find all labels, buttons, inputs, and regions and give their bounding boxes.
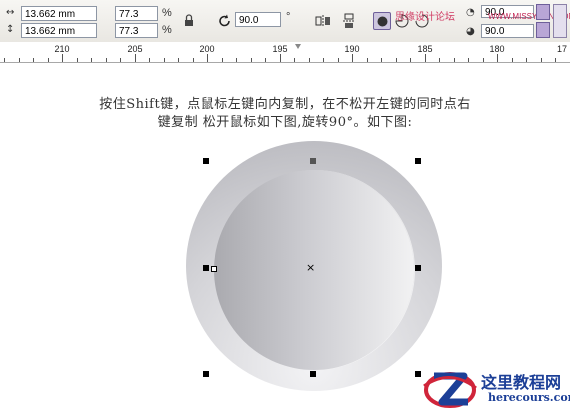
percent-label-y: % <box>162 24 172 36</box>
selection-handle-left[interactable] <box>203 265 209 271</box>
scale-y-field[interactable]: 77.3 <box>115 23 158 38</box>
selection-handle-top-left[interactable] <box>203 158 209 164</box>
logo-url: herecours.com <box>488 391 570 404</box>
rotate-icon <box>219 14 230 27</box>
instruction-line-2: 键复制 松开鼠标如下图,旋转90°。如下图: <box>157 115 413 130</box>
ruler-tick <box>381 58 382 62</box>
ruler-tick <box>483 58 484 62</box>
ruler-label: 17 <box>556 44 568 54</box>
ruler-tick <box>77 58 78 62</box>
mirror-vertical-button[interactable] <box>340 12 358 30</box>
tutorial-instruction: 按住Shift键，点鼠标左键向内复制，在不松开左键的同时点右 键复制 松开鼠标如… <box>0 96 570 132</box>
ruler-tick <box>555 58 556 62</box>
lock-icon <box>185 14 193 26</box>
ruler-tick <box>251 58 252 62</box>
ruler-tick <box>338 58 339 62</box>
ruler-label: 210 <box>54 44 70 54</box>
start-angle-icon: ◔ <box>466 7 475 18</box>
rotation-angle-field[interactable]: 90.0 <box>235 12 281 27</box>
site-logo: 这里教程网 herecours.com <box>420 366 570 411</box>
horizontal-ruler[interactable]: 210 205 200 195 190 185 180 17 <box>0 42 570 63</box>
ruler-tick <box>280 54 281 62</box>
selection-handle-bottom[interactable] <box>310 371 316 377</box>
ruler-tick <box>439 58 440 62</box>
rotation-center-mark[interactable]: × <box>306 262 315 274</box>
selection-handle-bottom-left[interactable] <box>203 371 209 377</box>
ruler-tick <box>541 58 542 62</box>
ruler-label: 185 <box>417 44 433 54</box>
ruler-tick <box>178 58 179 62</box>
ruler-tick <box>425 54 426 62</box>
ruler-tick <box>222 58 223 62</box>
ruler-label: 200 <box>199 44 215 54</box>
watermark-text: 思缘设计论坛 <box>395 12 455 23</box>
object-height-field[interactable]: 13.662 mm <box>21 23 97 38</box>
ruler-label: 195 <box>272 44 288 54</box>
wrap-text-button[interactable] <box>553 4 567 38</box>
ruler-tick <box>149 58 150 62</box>
direction-button-bottom[interactable] <box>536 22 550 38</box>
ruler-tick <box>309 58 310 62</box>
object-width-field[interactable]: 13.662 mm <box>21 6 97 21</box>
ruler-tick <box>526 58 527 62</box>
ruler-tick <box>164 58 165 62</box>
end-angle-icon: ◕ <box>466 26 475 37</box>
ruler-tick <box>62 54 63 62</box>
width-arrows-icon: ↔ <box>6 7 15 18</box>
ruler-tick <box>454 58 455 62</box>
ruler-tick <box>497 54 498 62</box>
ruler-tick <box>207 54 208 62</box>
circle-mode-button[interactable] <box>373 12 391 30</box>
property-bar: ↔ 13.662 mm ↕ 13.662 mm 77.3 % 77.3 % 90… <box>0 0 570 43</box>
ruler-label: 180 <box>489 44 505 54</box>
ruler-tick <box>91 58 92 62</box>
ruler-tick <box>33 58 34 62</box>
shape-node[interactable] <box>211 266 217 272</box>
ruler-tick <box>19 58 20 62</box>
ruler-tick <box>135 54 136 62</box>
rotate-button[interactable] <box>216 12 234 30</box>
logo-title: 这里教程网 <box>481 373 562 392</box>
ruler-tick <box>323 58 324 62</box>
mirror-vertical-icon <box>343 13 355 28</box>
percent-label-x: % <box>162 7 172 19</box>
height-arrows-icon: ↕ <box>6 24 15 35</box>
ruler-tick <box>265 58 266 62</box>
ruler-tick <box>193 58 194 62</box>
direction-button-top[interactable] <box>536 4 550 20</box>
ruler-tick <box>468 58 469 62</box>
selection-handle-right[interactable] <box>415 265 421 271</box>
ruler-label: 205 <box>127 44 143 54</box>
scale-x-field[interactable]: 77.3 <box>115 6 158 21</box>
ruler-label: 190 <box>344 44 360 54</box>
selection-handle-top-right[interactable] <box>415 158 421 164</box>
ruler-position-marker <box>295 44 301 49</box>
ruler-tick <box>352 54 353 62</box>
ruler-tick <box>4 58 5 62</box>
ruler-tick <box>48 58 49 62</box>
ruler-tick <box>410 58 411 62</box>
ruler-tick <box>106 58 107 62</box>
ruler-tick <box>236 58 237 62</box>
ruler-tick <box>294 58 295 62</box>
end-angle-field[interactable]: 90.0 <box>481 24 534 38</box>
ruler-tick <box>120 58 121 62</box>
instruction-line-1: 按住Shift键，点鼠标左键向内复制，在不松开左键的同时点右 <box>99 97 471 112</box>
mirror-horizontal-icon <box>315 15 330 27</box>
ruler-tick <box>396 58 397 62</box>
degree-label: ° <box>286 11 291 23</box>
lock-ratio-button[interactable] <box>180 12 198 30</box>
ruler-tick <box>367 58 368 62</box>
ruler-tick <box>512 58 513 62</box>
mirror-horizontal-button[interactable] <box>314 12 332 30</box>
selection-handle-top[interactable] <box>310 158 316 164</box>
circle-icon <box>377 16 388 27</box>
logo-z-icon <box>423 372 477 408</box>
